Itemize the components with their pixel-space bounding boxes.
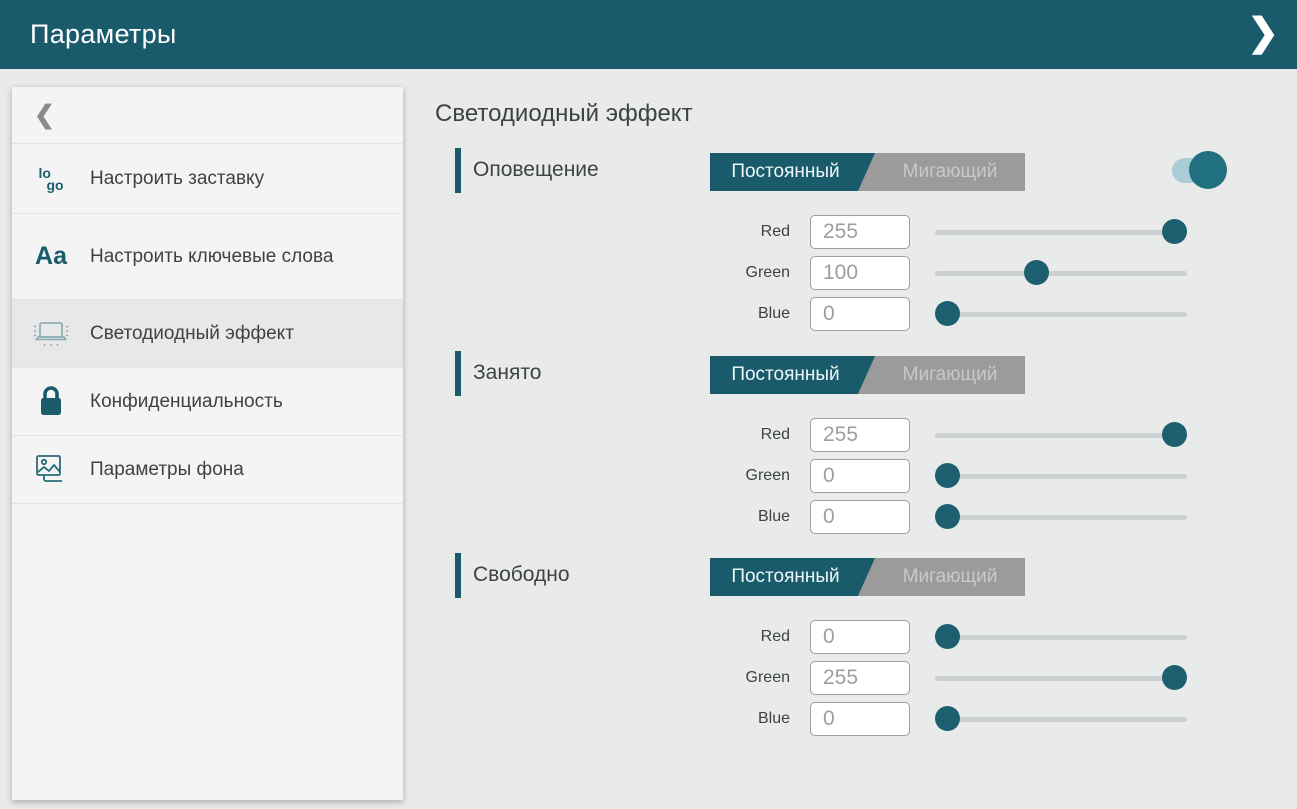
switch-thumb[interactable]	[1189, 151, 1227, 189]
parameters-app: Параметры ❯ ❮ logo Настроить заставку Aa…	[0, 0, 1297, 809]
blue-slider[interactable]	[935, 702, 1187, 736]
green-slider[interactable]	[935, 459, 1187, 493]
content-heading: Светодиодный эффект	[435, 100, 693, 128]
red-slider[interactable]	[935, 620, 1187, 654]
app-header: Параметры ❯	[0, 0, 1297, 69]
slider-thumb[interactable]	[935, 301, 960, 326]
letters-icon: Aa	[28, 242, 74, 271]
sidebar-item-label: Конфиденциальность	[90, 389, 283, 414]
green-label: Green	[675, 661, 790, 695]
sidebar-item-splash-screen[interactable]: logo Настроить заставку	[12, 144, 403, 214]
mode-toggle-group: Постоянный Мигающий	[710, 153, 1025, 191]
slider-thumb[interactable]	[935, 463, 960, 488]
green-input[interactable]	[810, 256, 910, 290]
mode-blinking-button[interactable]: Мигающий	[875, 356, 1025, 394]
section-busy: Занято Постоянный Мигающий Red Green	[435, 349, 1275, 544]
sidebar-item-led-effect[interactable]: Светодиодный эффект	[12, 300, 403, 368]
slider-track	[935, 312, 1187, 317]
slider-track	[935, 717, 1187, 722]
main-content: Светодиодный эффект Оповещение Постоянны…	[435, 88, 1275, 809]
slider-thumb[interactable]	[1162, 422, 1187, 447]
mode-toggle-group: Постоянный Мигающий	[710, 356, 1025, 394]
blue-input[interactable]	[810, 702, 910, 736]
blue-slider[interactable]	[935, 297, 1187, 331]
enable-toggle-switch[interactable]	[1172, 150, 1228, 190]
section-title: Занято	[473, 349, 541, 397]
red-label: Red	[675, 215, 790, 249]
red-slider[interactable]	[935, 418, 1187, 452]
section-accent-bar	[455, 553, 461, 598]
blue-slider[interactable]	[935, 500, 1187, 534]
mode-blinking-button[interactable]: Мигающий	[875, 153, 1025, 191]
lock-icon	[28, 385, 74, 419]
red-label: Red	[675, 620, 790, 654]
blue-label: Blue	[675, 500, 790, 534]
slider-track	[935, 433, 1187, 438]
section-title: Оповещение	[473, 146, 599, 194]
section-free: Свободно Постоянный Мигающий Red Green	[435, 551, 1275, 746]
red-input[interactable]	[810, 418, 910, 452]
section-accent-bar	[455, 148, 461, 193]
slider-thumb[interactable]	[1024, 260, 1049, 285]
mode-constant-button[interactable]: Постоянный	[710, 558, 875, 596]
sidebar-back-button[interactable]: ❮	[12, 87, 403, 144]
blue-label: Blue	[675, 702, 790, 736]
mode-constant-button[interactable]: Постоянный	[710, 356, 875, 394]
section-accent-bar	[455, 351, 461, 396]
red-input[interactable]	[810, 215, 910, 249]
sidebar: ❮ logo Настроить заставку Aa Настроить к…	[12, 87, 403, 800]
slider-track	[935, 230, 1187, 235]
mode-constant-button[interactable]: Постоянный	[710, 153, 875, 191]
sidebar-item-privacy[interactable]: Конфиденциальность	[12, 368, 403, 436]
mode-toggle-group: Постоянный Мигающий	[710, 558, 1025, 596]
red-input[interactable]	[810, 620, 910, 654]
blue-input[interactable]	[810, 500, 910, 534]
slider-thumb[interactable]	[1162, 665, 1187, 690]
green-label: Green	[675, 256, 790, 290]
green-label: Green	[675, 459, 790, 493]
page-title: Параметры	[30, 19, 177, 50]
sidebar-item-background[interactable]: Параметры фона	[12, 436, 403, 504]
background-image-icon	[28, 453, 74, 487]
sidebar-item-label: Настроить заставку	[90, 166, 264, 191]
slider-track	[935, 515, 1187, 520]
forward-chevron-icon[interactable]: ❯	[1247, 8, 1279, 58]
slider-thumb[interactable]	[935, 504, 960, 529]
slider-track	[935, 474, 1187, 479]
slider-track	[935, 271, 1187, 276]
blue-input[interactable]	[810, 297, 910, 331]
sidebar-item-label: Параметры фона	[90, 457, 244, 482]
section-title: Свободно	[473, 551, 570, 599]
sidebar-item-keywords[interactable]: Aa Настроить ключевые слова	[12, 214, 403, 300]
green-input[interactable]	[810, 661, 910, 695]
green-input[interactable]	[810, 459, 910, 493]
section-alert: Оповещение Постоянный Мигающий Red	[435, 146, 1275, 341]
red-label: Red	[675, 418, 790, 452]
logo-icon: logo	[28, 167, 74, 191]
slider-thumb[interactable]	[1162, 219, 1187, 244]
blue-label: Blue	[675, 297, 790, 331]
slider-thumb[interactable]	[935, 706, 960, 731]
sidebar-item-label: Светодиодный эффект	[90, 321, 294, 346]
slider-track	[935, 635, 1187, 640]
slider-track	[935, 676, 1187, 681]
red-slider[interactable]	[935, 215, 1187, 249]
mode-blinking-button[interactable]: Мигающий	[875, 558, 1025, 596]
led-display-icon	[28, 319, 74, 349]
sidebar-item-label: Настроить ключевые слова	[90, 244, 333, 269]
green-slider[interactable]	[935, 256, 1187, 290]
back-chevron-icon: ❮	[34, 100, 55, 130]
green-slider[interactable]	[935, 661, 1187, 695]
slider-thumb[interactable]	[935, 624, 960, 649]
